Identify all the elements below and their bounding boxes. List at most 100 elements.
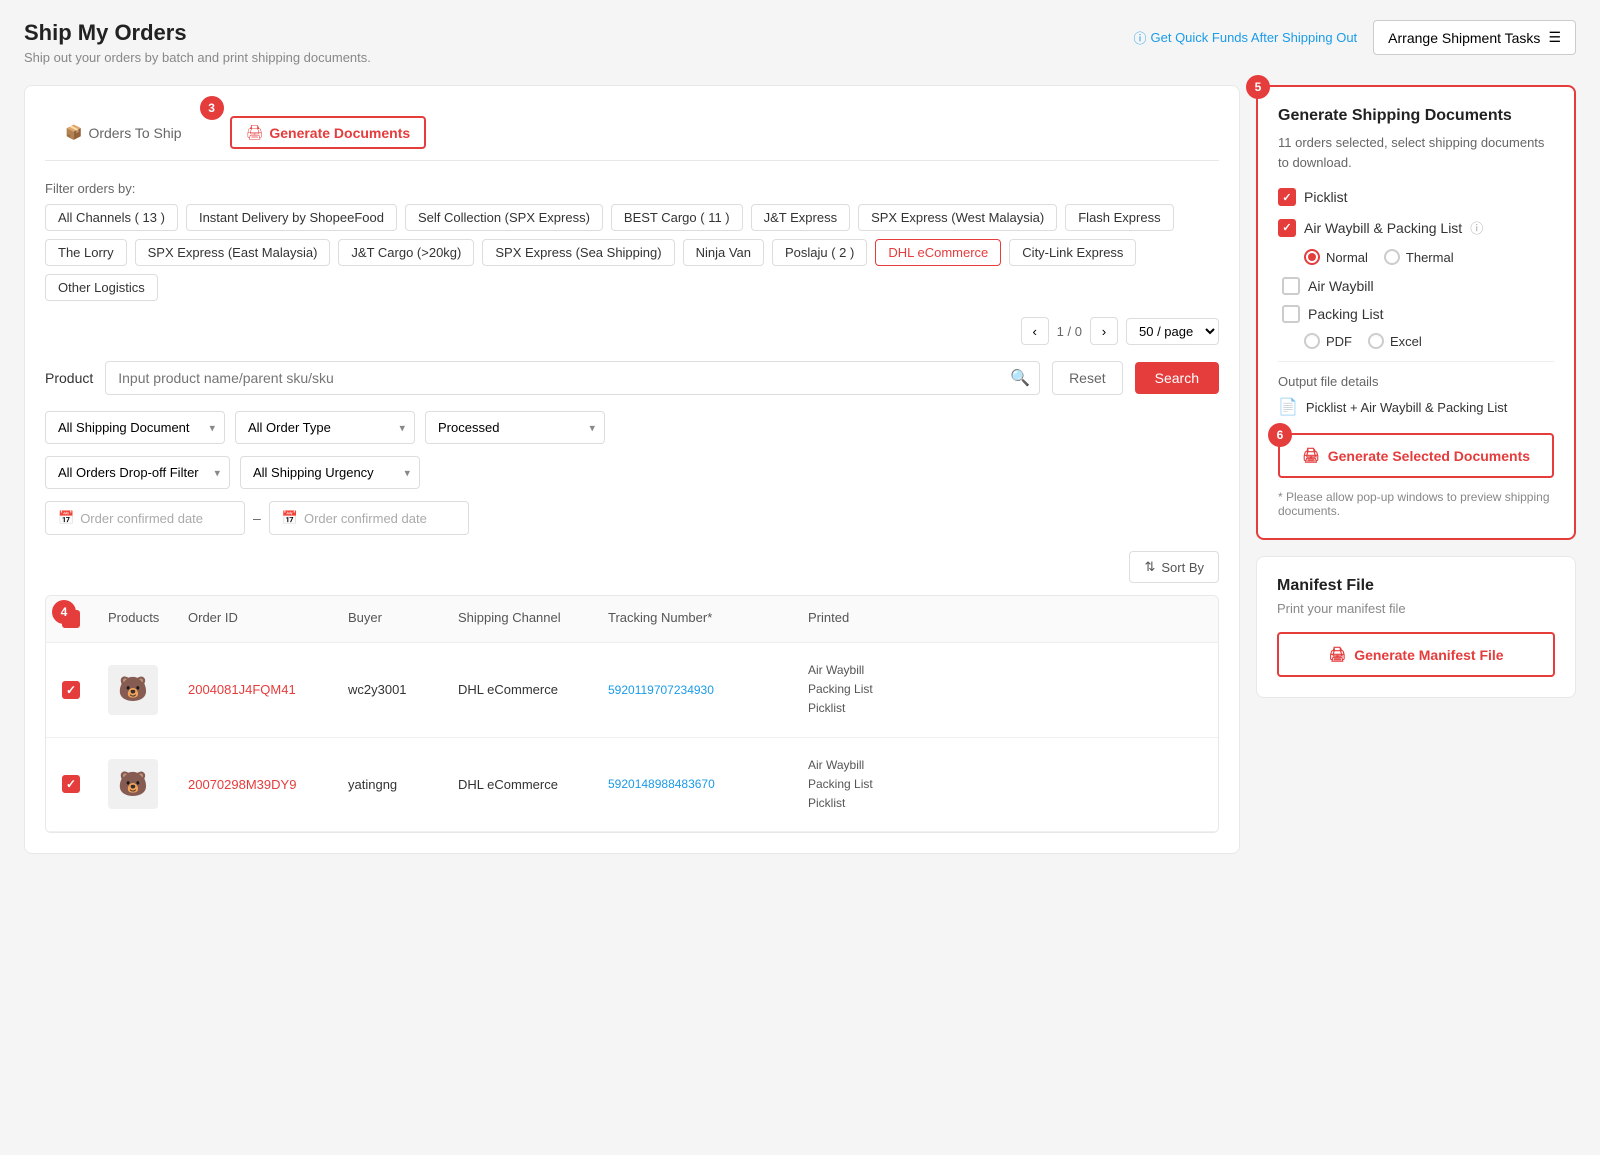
next-page-btn[interactable]: › [1090,317,1118,345]
filter-tag[interactable]: All Channels ( 13 ) [45,204,178,231]
filter-tag[interactable]: Instant Delivery by ShopeeFood [186,204,397,231]
printed-1: Air WaybillPacking ListPicklist [796,657,926,723]
thermal-radio-dot [1384,249,1400,265]
col-tracking: Tracking Number* [596,606,796,632]
page-title: Ship My Orders [24,20,371,46]
urgency-dropdown[interactable]: All Shipping Urgency [240,456,420,489]
row-checkbox-1[interactable]: ✓ [62,681,80,699]
order-id-1[interactable]: 2004081J4FQM41 [176,678,336,701]
pdf-radio-dot [1304,333,1320,349]
filter-tag[interactable]: Poslaju ( 2 ) [772,239,867,266]
picklist-label: Picklist [1304,189,1348,205]
channel-2: DHL eCommerce [446,773,596,796]
sort-btn[interactable]: ⇅ Sort By [1129,551,1219,583]
buyer-1: wc2y3001 [336,678,446,701]
col-printed: Printed [796,606,926,632]
shipping-doc-dropdown[interactable]: All Shipping Document [45,411,225,444]
filter-tag[interactable]: Ninja Van [683,239,764,266]
tracking-1[interactable]: 5920119707234930 [596,679,796,701]
gen-doc-subtitle: 11 orders selected, select shipping docu… [1278,133,1554,172]
filter-tag[interactable]: BEST Cargo ( 11 ) [611,204,743,231]
filter-tag[interactable]: City-Link Express [1009,239,1136,266]
search-input[interactable] [105,361,1040,395]
packlist-sub-label: Packing List [1308,306,1383,322]
picklist-checkbox[interactable]: ✓ [1278,188,1296,206]
popup-note: * Please allow pop-up windows to preview… [1278,490,1554,518]
reset-btn[interactable]: Reset [1052,361,1123,395]
search-btn[interactable]: Search [1135,362,1219,394]
calendar-icon: 📅 [58,510,74,526]
excel-radio-dot [1368,333,1384,349]
filter-tag[interactable]: DHL eCommerce [875,239,1001,266]
filter-tag[interactable]: SPX Express (Sea Shipping) [482,239,674,266]
output-label: Output file details [1278,374,1554,389]
tracking-2[interactable]: 5920148988483670 [596,773,796,795]
table-badge-4: 4 [52,600,76,624]
print-manifest-icon: 🖨 [1328,646,1346,663]
printed-2: Air WaybillPacking ListPicklist [796,752,926,818]
filter-tag[interactable]: Flash Express [1065,204,1173,231]
manifest-title: Manifest File [1277,577,1555,595]
tab-badge-3: 3 [200,96,224,120]
pdf-radio[interactable]: PDF [1304,333,1352,349]
col-buyer: Buyer [336,606,446,632]
print-icon-btn: 🖨 [1302,447,1320,464]
sort-icon: ⇅ [1144,559,1155,575]
gen-doc-title: Generate Shipping Documents [1278,107,1554,125]
excel-radio[interactable]: Excel [1368,333,1422,349]
tab-generate-documents[interactable]: 3 🖨 Generate Documents [210,106,447,161]
gen-selected-btn[interactable]: 🖨 Generate Selected Documents [1278,433,1554,478]
airwaybill-checkbox[interactable]: ✓ [1278,219,1296,237]
channel-1: DHL eCommerce [446,678,596,701]
normal-radio[interactable]: Normal [1304,249,1368,265]
filter-tag[interactable]: J&T Express [751,204,850,231]
end-date-input[interactable]: 📅 Order confirmed date [269,501,469,535]
pdf-icon: 📄 [1278,397,1298,417]
gen-manifest-btn[interactable]: 🖨 Generate Manifest File [1277,632,1555,677]
start-date-input[interactable]: 📅 Order confirmed date [45,501,245,535]
output-file: 📄 Picklist + Air Waybill & Packing List [1278,397,1554,417]
search-icon: 🔍 [1010,368,1030,388]
badge-5: 5 [1246,75,1270,99]
gen-doc-card: 5 Generate Shipping Documents 11 orders … [1256,85,1576,540]
filter-label: Filter orders by: [45,181,135,196]
col-products: Products [96,606,176,632]
airwaybill-sub-label: Air Waybill [1308,278,1374,294]
packlist-sub-checkbox[interactable] [1282,305,1300,323]
per-page-select[interactable]: 50 / page [1126,318,1219,345]
page-subtitle: Ship out your orders by batch and print … [24,50,371,65]
product-thumb-1: 🐻 [108,665,158,715]
print-icon: 🖨 [246,124,264,141]
filter-tag[interactable]: Other Logistics [45,274,158,301]
table-row: ✓ 🐻 20070298M39DY9 yatingng DHL eCommerc… [46,738,1218,833]
order-id-2[interactable]: 20070298M39DY9 [176,773,336,796]
manifest-sub: Print your manifest file [1277,601,1555,616]
row-checkbox-2[interactable]: ✓ [62,775,80,793]
table-header: 4 ✓ Products Order ID Buyer Shipping Cha… [46,596,1218,643]
airwaybill-sub-checkbox[interactable] [1282,277,1300,295]
airwaybill-label: Air Waybill & Packing List [1304,220,1462,236]
prev-page-btn[interactable]: ‹ [1021,317,1049,345]
filter-tag[interactable]: Self Collection (SPX Express) [405,204,603,231]
filter-tag[interactable]: SPX Express (East Malaysia) [135,239,331,266]
filter-tag[interactable]: The Lorry [45,239,127,266]
order-type-dropdown[interactable]: All Order Type [235,411,415,444]
normal-radio-dot [1304,249,1320,265]
manifest-card: Manifest File Print your manifest file 🖨… [1256,556,1576,698]
menu-icon: ☰ [1548,29,1561,46]
processed-dropdown[interactable]: Processed [425,411,605,444]
buyer-2: yatingng [336,773,446,796]
filter-tag[interactable]: J&T Cargo (>20kg) [338,239,474,266]
tab-orders-to-ship[interactable]: 📦 Orders To Ship [45,106,202,161]
filter-tag[interactable]: SPX Express (West Malaysia) [858,204,1057,231]
thermal-radio[interactable]: Thermal [1384,249,1454,265]
search-label: Product [45,370,93,386]
total-pages: 0 [1075,324,1082,339]
info-icon[interactable]: ⓘ [1470,218,1483,237]
drop-off-dropdown[interactable]: All Orders Drop-off Filter [45,456,230,489]
col-channel: Shipping Channel [446,606,596,632]
arrange-shipment-btn[interactable]: Arrange Shipment Tasks ☰ [1373,20,1576,55]
table-row: ✓ 🐻 2004081J4FQM41 wc2y3001 DHL eCommerc… [46,643,1218,738]
fund-icon: ⓘ [1133,28,1146,47]
quick-fund-link[interactable]: ⓘ Get Quick Funds After Shipping Out [1133,28,1357,47]
